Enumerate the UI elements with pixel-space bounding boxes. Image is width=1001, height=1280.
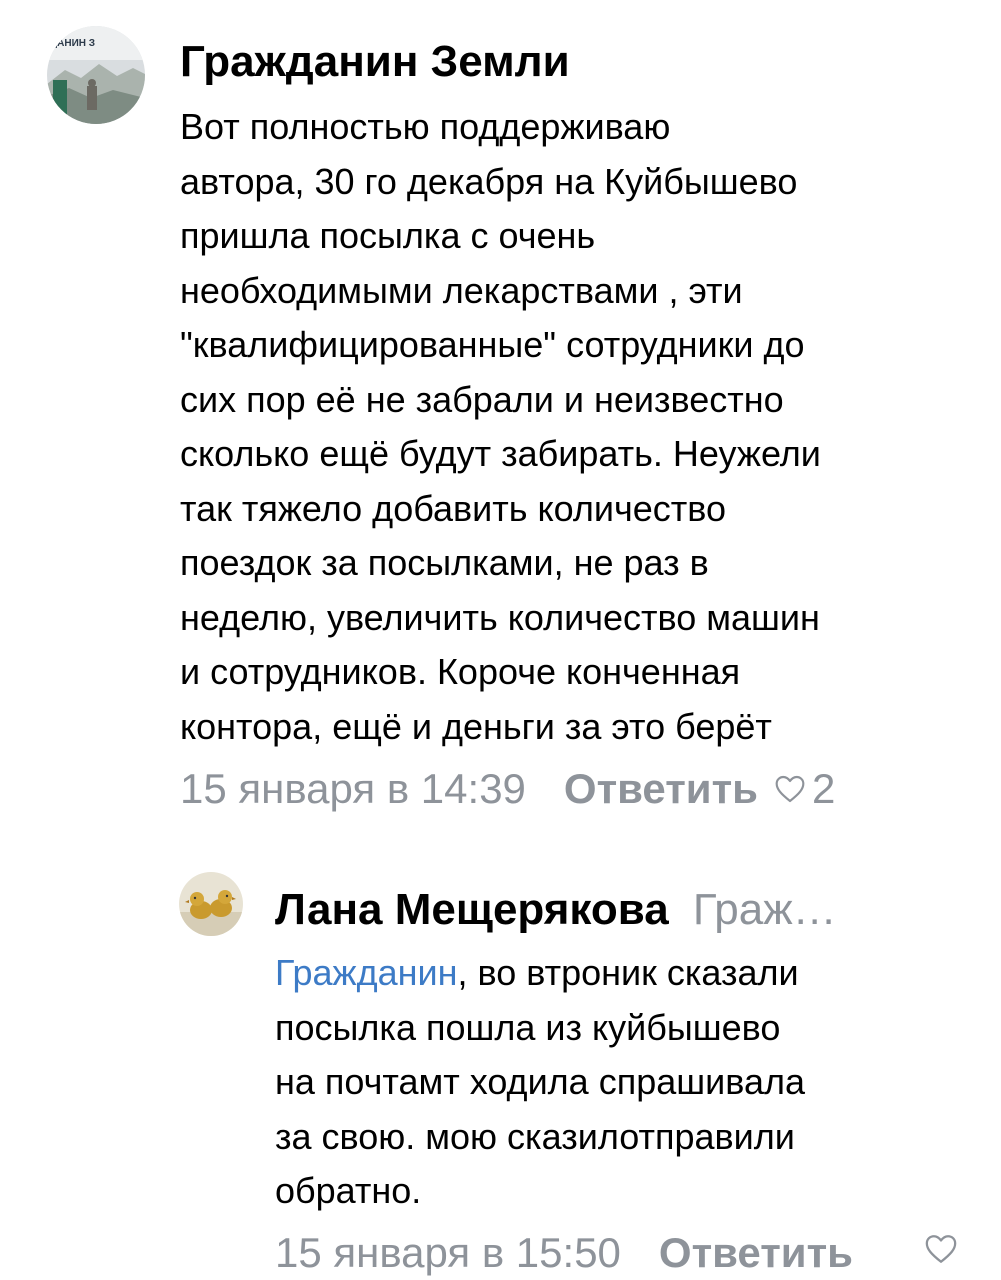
- comment-text-line: сих пор её не забрали и неизвестно: [180, 378, 784, 420]
- reply-text-fragment: , во втроник сказали: [457, 952, 799, 993]
- comment-meta: 15 января в 14:39 Ответить 2: [180, 762, 835, 816]
- reply-button[interactable]: Ответить: [564, 765, 758, 813]
- reply-header: Лана Мещерякова Граж…: [275, 880, 945, 940]
- reply-text-line: на почтамт ходила спрашивала: [275, 1061, 805, 1102]
- reply-date: 15 января в 15:50: [275, 1229, 621, 1276]
- comment-text-line: автора, 30 го декабря на Куйбышево: [180, 160, 798, 202]
- reply-to-user[interactable]: Граж…: [693, 885, 837, 934]
- avatar[interactable]: ДАНИН З: [47, 26, 145, 124]
- reply-text: Гражданин, во втроник сказали посылка по…: [275, 946, 975, 1219]
- reply-text-line: за свою. мою сказилотправили: [275, 1115, 795, 1157]
- comment-text-line: и сотрудников. Короче конченная: [180, 651, 741, 692]
- landscape-avatar-icon: ДАНИН З: [47, 26, 145, 124]
- reply-avatar[interactable]: [179, 872, 243, 936]
- avatar-caption: ДАНИН З: [50, 38, 95, 49]
- heart-icon: [775, 775, 805, 803]
- like-count: 2: [812, 765, 836, 812]
- comment-text-line: неделю, увеличить количество машин: [180, 596, 820, 638]
- reply-author[interactable]: Лана Мещерякова: [275, 885, 669, 934]
- comment-text-line: сколько ещё будут забирать. Неужели: [180, 433, 821, 474]
- comment-text-line: Вот полностью поддерживаю: [180, 106, 671, 147]
- reply-text-line: обратно.: [275, 1170, 422, 1211]
- mention-link[interactable]: Гражданин: [275, 952, 458, 993]
- comment-author[interactable]: Гражданин Земли: [180, 32, 570, 92]
- comment-text-line: пришла посылка с очень: [180, 215, 596, 256]
- like-button[interactable]: [924, 1232, 958, 1266]
- reply-meta: 15 января в 15:50 Ответить: [275, 1226, 853, 1280]
- comment-text-line: необходимыми лекарствами , эти: [180, 269, 743, 311]
- reply-text-line: посылка пошла из куйбышево: [275, 1006, 781, 1048]
- ducklings-avatar-icon: [179, 872, 243, 936]
- comment-text-line: так тяжело добавить количество: [180, 487, 727, 529]
- comment-text-line: контора, ещё и деньги за это берёт: [180, 705, 772, 747]
- like-button[interactable]: 2: [774, 765, 835, 813]
- reply-button[interactable]: Ответить: [659, 1229, 853, 1277]
- reply-text-line: Гражданин, во втроник сказали: [275, 946, 975, 1001]
- comment-date: 15 января в 14:39: [180, 765, 526, 812]
- comment-text: Вот полностью поддерживаю автора, 30 го …: [180, 100, 960, 754]
- heart-icon: [925, 1235, 957, 1263]
- comment-text-line: поездок за посылками, не раз в: [180, 542, 709, 583]
- comment-text-line: "квалифицированные" сотрудники до: [180, 324, 805, 365]
